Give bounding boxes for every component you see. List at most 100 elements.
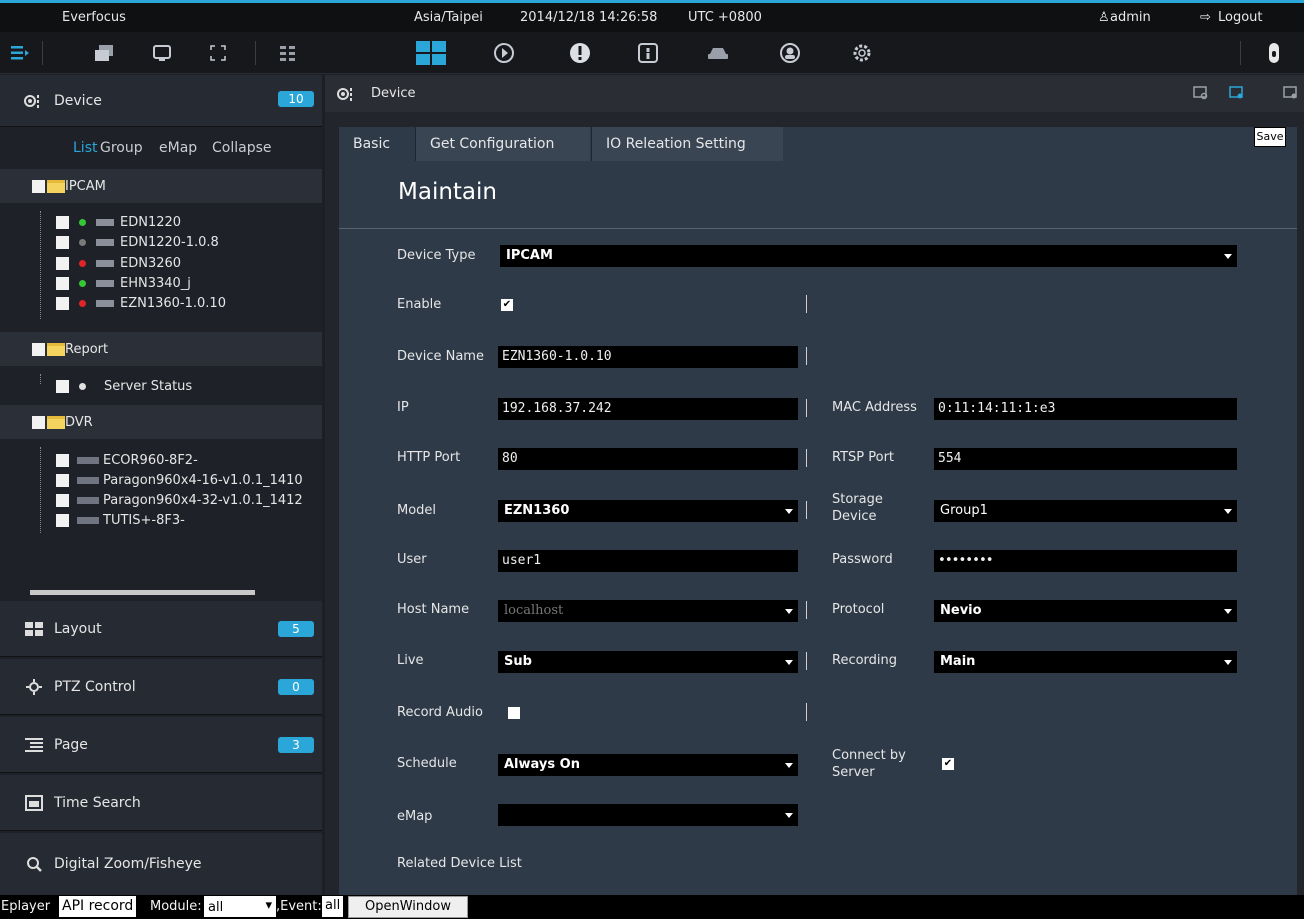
tree-item-dvr-paragon32[interactable]: Paragon960x4-32-v1.0.1_1412 (0, 492, 322, 509)
device-icon (24, 92, 44, 110)
module-label: Module: (150, 899, 202, 914)
tree-item-ehn3340[interactable]: EHN3340_j (0, 275, 322, 292)
device-list-icon[interactable] (8, 41, 32, 65)
chevron-down-icon (1224, 509, 1232, 514)
tree-item-edn1220-108[interactable]: EDN1220-1.0.8 (0, 234, 322, 251)
face-icon[interactable] (778, 41, 802, 65)
tree-item-dvr-ecor960[interactable]: ECOR960-8F2- (0, 452, 322, 469)
subtab-collapse[interactable]: Collapse (212, 140, 272, 156)
page-title: Maintain (398, 179, 497, 205)
folder-icon (47, 415, 65, 429)
page-section-title: Page (54, 736, 88, 753)
item-checkbox[interactable] (56, 474, 69, 487)
tab-io-relation[interactable]: IO Releation Setting (591, 127, 783, 161)
device-name-input[interactable]: EZN1360-1.0.10 (498, 346, 798, 368)
tree-item-ezn1360[interactable]: EZN1360-1.0.10 (0, 295, 322, 312)
open-window-button[interactable]: OpenWindow (348, 896, 468, 918)
tree-item-dvr-paragon16[interactable]: Paragon960x4-16-v1.0.1_1410 (0, 472, 322, 489)
split-icon[interactable] (276, 41, 300, 65)
device-type-select[interactable]: IPCAM (500, 245, 1237, 267)
chevron-down-icon (1224, 254, 1232, 259)
item-checkbox[interactable] (56, 236, 69, 249)
user-input[interactable]: user1 (498, 550, 798, 572)
digital-zoom-section-header[interactable]: Digital Zoom/Fisheye (0, 833, 322, 895)
tab-get-configuration[interactable]: Get Configuration (415, 127, 590, 161)
subtab-list[interactable]: List (73, 140, 97, 156)
ip-input[interactable]: 192.168.37.242 (498, 398, 798, 420)
vehicle-icon[interactable] (706, 41, 730, 65)
record-audio-checkbox[interactable] (508, 707, 520, 719)
search-window-icon[interactable] (1193, 86, 1209, 104)
playback-icon[interactable] (492, 41, 516, 65)
recording-select[interactable]: Main (934, 651, 1237, 673)
tree-hscrollbar[interactable] (30, 590, 255, 595)
folder-report[interactable]: Report (0, 332, 322, 366)
camera-icon (96, 219, 114, 226)
live-label: Live (397, 653, 424, 668)
tree-item-dvr-tutis[interactable]: TUTIS+-8F3- (0, 512, 322, 529)
settings-gear-icon[interactable] (850, 41, 874, 65)
window-options-icon[interactable] (1283, 86, 1299, 104)
time-search-section-header[interactable]: Time Search (0, 775, 322, 831)
tree-item-edn3260[interactable]: EDN3260 (0, 255, 322, 272)
emap-select[interactable] (498, 804, 798, 826)
model-select[interactable]: EZN1360 (498, 500, 798, 522)
module-select[interactable]: all ▾ (204, 896, 276, 917)
record-audio-label: Record Audio (397, 705, 483, 720)
item-checkbox[interactable] (56, 277, 69, 290)
item-checkbox[interactable] (56, 494, 69, 507)
connect-by-server-checkbox[interactable]: ✔ (942, 758, 954, 770)
item-checkbox[interactable] (56, 380, 69, 393)
folder-label: Report (65, 341, 109, 357)
event-select[interactable]: all (322, 896, 344, 917)
subtab-emap[interactable]: eMap (159, 140, 197, 156)
windows-icon[interactable] (92, 41, 116, 65)
save-window-icon[interactable] (1229, 86, 1245, 104)
info-icon[interactable] (636, 41, 660, 65)
fullscreen-icon[interactable] (206, 41, 230, 65)
brand-label: Everfocus (62, 10, 126, 25)
user-icon: ♙ (1098, 10, 1110, 25)
item-checkbox[interactable] (56, 514, 69, 527)
host-name-select[interactable]: localhost (498, 600, 798, 622)
user-name[interactable]: admin (1110, 10, 1151, 25)
folder-ipcam[interactable]: IPCAM (0, 169, 322, 203)
subtab-group[interactable]: Group (100, 140, 143, 156)
page-icon (24, 736, 44, 754)
page-section-header[interactable]: Page 3 (0, 717, 322, 773)
lock-icon[interactable] (1262, 41, 1286, 65)
folder-checkbox[interactable] (32, 342, 45, 356)
item-checkbox[interactable] (56, 297, 69, 310)
layout-section-title: Layout (54, 620, 102, 637)
alarm-icon[interactable] (568, 41, 592, 65)
protocol-select[interactable]: Nevio (934, 600, 1237, 622)
ptz-section-header[interactable]: PTZ Control 0 (0, 659, 322, 715)
tree-item-edn1220[interactable]: EDN1220 (0, 214, 322, 231)
item-checkbox[interactable] (56, 257, 69, 270)
calendar-icon (24, 794, 44, 812)
ptz-section-title: PTZ Control (54, 678, 136, 695)
item-label: ECOR960-8F2- (103, 453, 198, 468)
password-input[interactable]: •••••••• (934, 550, 1237, 572)
item-checkbox[interactable] (56, 454, 69, 467)
layout-section-header[interactable]: Layout 5 (0, 601, 322, 657)
live-select[interactable]: Sub (498, 651, 798, 673)
tree-item-server-status[interactable]: Server Status (0, 378, 322, 395)
api-record-select[interactable]: API record (59, 896, 137, 917)
device-section-header[interactable]: Device 10 (0, 75, 322, 127)
mac-input[interactable]: 0:11:14:11:1:e3 (934, 398, 1237, 420)
storage-select[interactable]: Group1 (934, 500, 1237, 522)
schedule-select[interactable]: Always On (498, 754, 798, 776)
utc-label: UTC +0800 (688, 10, 762, 25)
enable-checkbox[interactable]: ✔ (501, 299, 513, 311)
folder-dvr[interactable]: DVR (0, 405, 322, 439)
item-checkbox[interactable] (56, 216, 69, 229)
tab-basic[interactable]: Basic (339, 127, 415, 161)
live-view-icon[interactable] (416, 41, 446, 65)
folder-checkbox[interactable] (32, 415, 45, 429)
http-port-input[interactable]: 80 (498, 448, 798, 470)
monitor-icon[interactable] (150, 41, 174, 65)
logout-link[interactable]: Logout (1218, 10, 1263, 25)
folder-checkbox[interactable] (32, 179, 45, 193)
rtsp-port-input[interactable]: 554 (934, 448, 1237, 470)
